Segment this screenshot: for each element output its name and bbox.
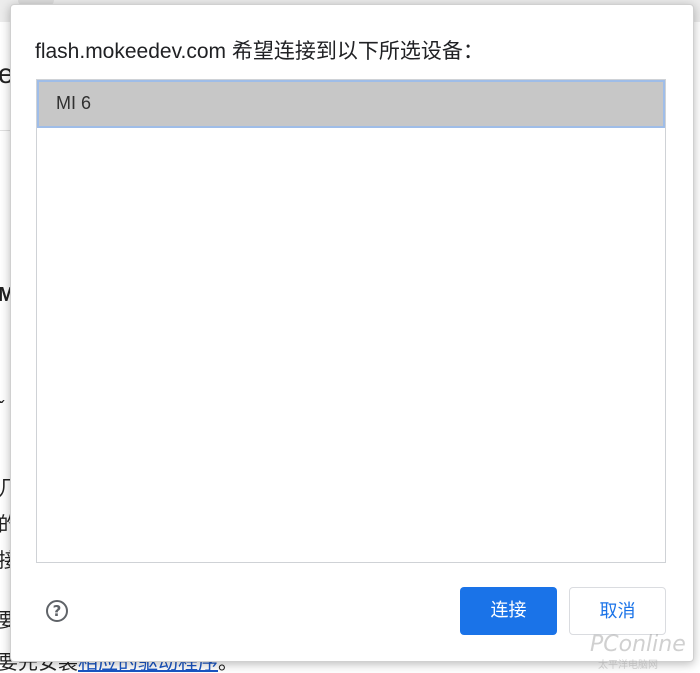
watermark-logo: PConline	[590, 632, 686, 657]
background-fragment: ˇ	[0, 398, 5, 420]
connect-button[interactable]: 连接	[460, 587, 557, 635]
cancel-button[interactable]: 取消	[569, 587, 666, 635]
device-list[interactable]: MI 6	[36, 79, 666, 563]
device-item-mi6[interactable]: MI 6	[37, 80, 665, 128]
device-item-label: MI 6	[56, 93, 92, 113]
help-icon[interactable]: ?	[46, 600, 68, 622]
device-chooser-dialog: flash.mokeedev.com 希望连接到以下所选设备： MI 6 ? 连…	[10, 4, 694, 662]
dialog-title: flash.mokeedev.com 希望连接到以下所选设备：	[35, 40, 484, 63]
watermark-subtext: 太平洋电脑网	[598, 660, 658, 671]
